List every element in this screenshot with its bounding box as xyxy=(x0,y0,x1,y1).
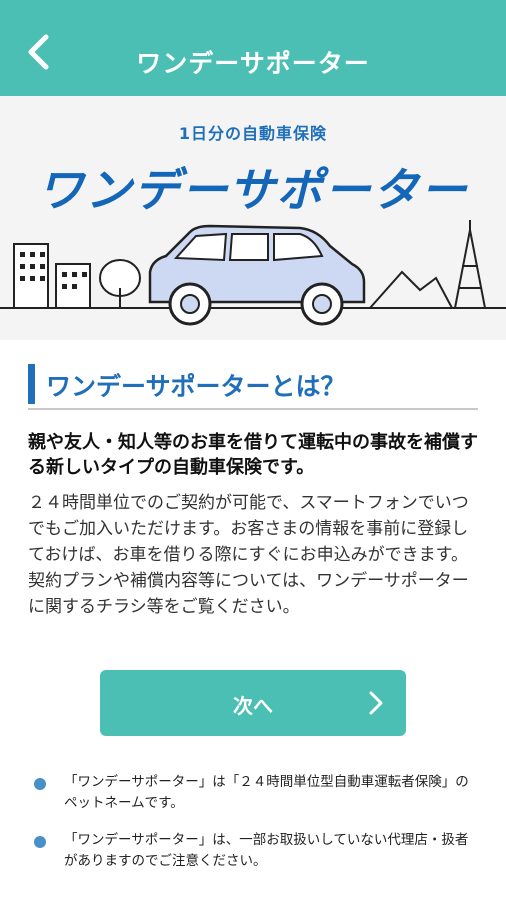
note-text: 「ワンデーサポーター」は「２４時間単位型自動車運転者保険」のペットネームです。 xyxy=(64,774,469,811)
chevron-right-icon xyxy=(369,691,383,715)
product-logo: ワンデーサポーター xyxy=(37,163,469,217)
car-icon xyxy=(148,224,366,326)
hero-subtitle: 1日分の自動車保険 xyxy=(178,124,328,143)
next-button[interactable]: 次へ xyxy=(100,670,406,736)
note-text: 「ワンデーサポーター」は、一部お取扱いしていない代理店・扱者がありますのでご注意… xyxy=(64,832,469,869)
bullet-icon xyxy=(34,836,46,848)
mountain-icon xyxy=(369,270,453,309)
page-title: ワンデーサポーター xyxy=(136,49,370,78)
heading-accent-bar xyxy=(28,364,35,404)
section-title: ワンデーサポーターとは？ xyxy=(46,372,346,401)
next-button-label: 次へ xyxy=(233,694,273,718)
car-city-illustration xyxy=(0,220,506,326)
tower-icon xyxy=(454,220,486,309)
section-heading: ワンデーサポーターとは？ xyxy=(28,364,478,410)
app-header: ワンデーサポーター xyxy=(0,0,506,96)
bullet-icon xyxy=(34,778,46,790)
hero-banner: 1日分の自動車保険 ワンデーサポーター xyxy=(0,96,506,340)
tree-icon xyxy=(99,259,141,308)
lead-text: 親や友人・知人等のお車を借りて運転中の事故を補償する新しいタイプの自動車保険です… xyxy=(28,432,478,478)
buildings-icon xyxy=(13,243,91,309)
description-text: ２４時間単位でのご契約が可能で、スマートフォンでいつでもご加入いただけます。お客… xyxy=(28,493,469,617)
main-content: ワンデーサポーターとは？ 親や友人・知人等のお車を借りて運転中の事故を補償する新… xyxy=(0,340,506,900)
